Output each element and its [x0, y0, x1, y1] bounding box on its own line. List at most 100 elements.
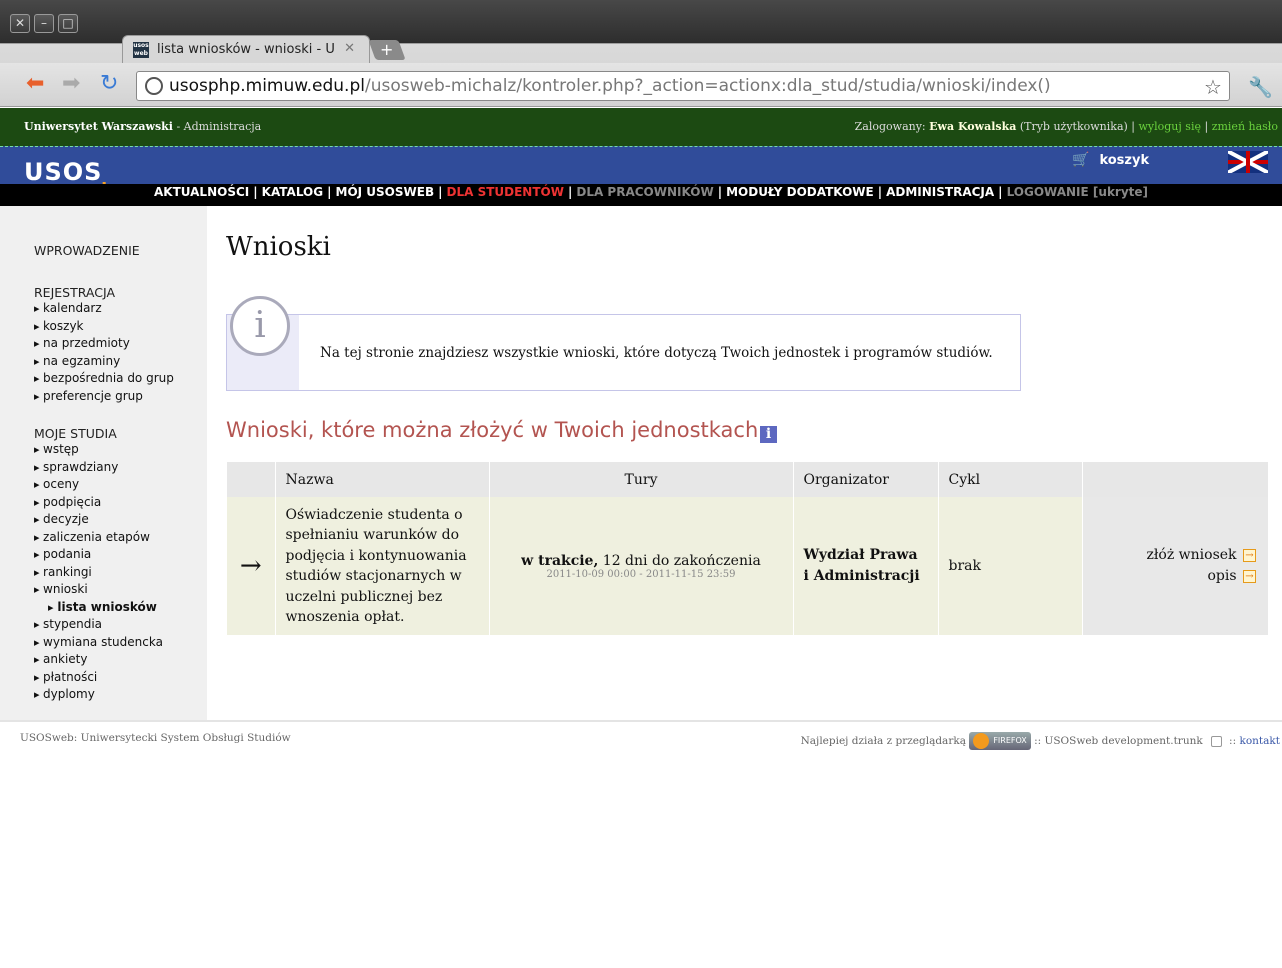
footer: USOSweb: Uniwersytecki System Obsługi St…	[0, 720, 1282, 750]
external-arrow-icon[interactable]: →	[1243, 569, 1256, 583]
user-mode: (Tryb użytkownika) |	[1016, 120, 1139, 133]
sidebar-item-na-przedmioty[interactable]: na przedmioty	[34, 335, 174, 353]
topbar-separator: |	[1200, 120, 1212, 133]
reload-icon[interactable]: ↻	[100, 73, 118, 95]
info-text: Na tej stronie znajdziesz wszystkie wnio…	[320, 345, 993, 361]
firefox-label: FIREFOX	[993, 736, 1027, 745]
section-title: Wnioski, które można złożyć w Twoich jed…	[226, 418, 765, 442]
menu-sep: |	[327, 185, 332, 199]
sidebar-item-wymiana[interactable]: wymiana studencka	[34, 634, 163, 652]
section-name: - Administracja	[172, 120, 262, 133]
sidebar-item-decyzje[interactable]: decyzje	[34, 511, 163, 529]
cart-label: koszyk	[1099, 153, 1150, 168]
debug-checkbox[interactable]	[1210, 735, 1222, 747]
footer-system-name: USOSweb: Uniwersytecki System Obsługi St…	[20, 732, 291, 744]
bookmark-star-icon[interactable]: ☆	[1204, 75, 1222, 99]
sidebar-item-oceny[interactable]: oceny	[34, 476, 163, 494]
footer-best-with: Najlepiej działa z przeglądarką	[800, 735, 966, 747]
menu-moj-usosweb[interactable]: MÓJ USOSWEB	[336, 185, 435, 199]
sidebar-item-zaliczenia[interactable]: zaliczenia etapów	[34, 529, 163, 547]
menu-sep: |	[253, 185, 258, 199]
request-name: Oświadczenie studenta o spełnianiu warun…	[275, 497, 490, 636]
sidebar-item-platnosci[interactable]: płatności	[34, 669, 163, 687]
menu-administracja[interactable]: ADMINISTRACJA	[886, 185, 994, 199]
page-info-icon[interactable]	[145, 77, 163, 95]
sidebar-item-podpiecia[interactable]: podpięcia	[34, 494, 163, 512]
table-row: → Oświadczenie studenta o spełnianiu war…	[227, 497, 1269, 636]
usos-favicon-icon: usos web	[133, 42, 149, 58]
menu-dla-pracownikow[interactable]: DLA PRACOWNIKÓW	[576, 185, 713, 199]
university-name: Uniwersytet Warszawski	[24, 120, 173, 133]
menu-sep: |	[438, 185, 443, 199]
english-flag-icon[interactable]	[1228, 151, 1268, 173]
footer-version: :: USOSweb development.trunk	[1030, 735, 1203, 747]
sidebar-item-wstep[interactable]: wstęp	[34, 441, 163, 459]
description-link[interactable]: opis	[1207, 568, 1236, 584]
sidebar-item-podania[interactable]: podania	[34, 546, 163, 564]
sidebar-item-dyplomy[interactable]: dyplomy	[34, 686, 163, 704]
col-header-arrow	[227, 462, 276, 497]
sidebar-item-stypendia[interactable]: stypendia	[34, 616, 163, 634]
menu-katalog[interactable]: KATALOG	[262, 185, 323, 199]
table-header-row: Nazwa Tury Organizator Cykl	[227, 462, 1269, 497]
footer-separator: ::	[1225, 735, 1240, 747]
sidebar: WPROWADZENIE REJESTRACJA kalendarz koszy…	[0, 206, 207, 720]
request-organizer[interactable]: Wydział Prawa i Administracji	[793, 497, 939, 636]
submit-request-link[interactable]: złóż wniosek	[1147, 547, 1237, 563]
sidebar-item-wnioski[interactable]: wnioski	[34, 581, 163, 599]
logout-link[interactable]: wyloguj się	[1139, 120, 1201, 133]
round-remaining: 12 dni do zakończenia	[598, 552, 761, 569]
cart-link[interactable]: 🛒 koszyk	[1072, 152, 1149, 168]
sidebar-item-koszyk[interactable]: koszyk	[34, 318, 174, 336]
sidebar-registration[interactable]: REJESTRACJA	[34, 285, 115, 300]
user-name: Ewa Kowalska	[929, 120, 1017, 133]
url-host: usosphp.mimuw.edu.pl	[169, 76, 365, 96]
change-password-link[interactable]: zmień hasło	[1212, 120, 1278, 133]
sidebar-item-rankingi[interactable]: rankingi	[34, 564, 163, 582]
section-info-icon[interactable]: i	[760, 426, 777, 443]
info-icon: i	[230, 296, 290, 356]
menu-logowanie[interactable]: LOGOWANIE	[1007, 185, 1089, 199]
sidebar-item-preferencje[interactable]: preferencje grup	[34, 388, 174, 406]
firefox-badge[interactable]: FIREFOX	[969, 732, 1031, 750]
main-menu: AKTUALNOŚCI | KATALOG | MÓJ USOSWEB | DLA STUD…	[0, 184, 1282, 206]
sidebar-item-kalendarz[interactable]: kalendarz	[34, 300, 174, 318]
sidebar-item-sprawdziany[interactable]: sprawdziany	[34, 459, 163, 477]
sidebar-item-lista-wnioskow[interactable]: lista wniosków	[34, 599, 163, 617]
address-bar[interactable]: usosphp.mimuw.edu.pl/usosweb-michalz/kon…	[136, 71, 1230, 101]
close-window-icon[interactable]: ✕	[10, 14, 30, 33]
menu-dla-studentow[interactable]: DLA STUDENTÓW	[447, 185, 564, 199]
cart-icon: 🛒	[1072, 152, 1090, 168]
minimize-window-icon[interactable]: –	[34, 14, 54, 33]
browser-toolbar: ⬅ ➡ ↻ usosphp.mimuw.edu.pl/usosweb-micha…	[0, 63, 1282, 107]
browser-tab[interactable]: usos web lista wniosków - wnioski - U ✕	[122, 35, 370, 63]
sidebar-studies[interactable]: MOJE STUDIA	[34, 426, 117, 441]
request-actions: złóż wniosek → opis →	[1082, 497, 1269, 636]
request-rounds: w trakcie, 12 dni do zakończenia 2011-10…	[489, 497, 794, 636]
round-status: w trakcie,	[521, 552, 599, 569]
sidebar-item-bezposrednia[interactable]: bezpośrednia do grup	[34, 370, 174, 388]
menu-aktualnosci[interactable]: AKTUALNOŚCI	[154, 185, 249, 199]
sidebar-intro[interactable]: WPROWADZENIE	[34, 243, 140, 258]
menu-moduly-dodatkowe[interactable]: MODUŁY DODATKOWE	[726, 185, 874, 199]
sidebar-item-na-egzaminy[interactable]: na egzaminy	[34, 353, 174, 371]
registration-list: kalendarz koszyk na przedmioty na egzami…	[34, 300, 174, 405]
address-text: usosphp.mimuw.edu.pl/usosweb-michalz/kon…	[169, 76, 1051, 96]
row-arrow-icon: →	[227, 497, 276, 636]
forward-icon[interactable]: ➡	[62, 73, 80, 95]
external-arrow-icon[interactable]: →	[1243, 548, 1256, 562]
col-header-tury: Tury	[489, 462, 794, 497]
wrench-menu-icon[interactable]: 🔧	[1248, 75, 1273, 99]
page-title: Wnioski	[226, 232, 331, 262]
maximize-window-icon[interactable]: □	[58, 14, 78, 33]
contact-link[interactable]: kontakt	[1239, 735, 1280, 747]
menu-sep: |	[567, 185, 573, 199]
tab-close-icon[interactable]: ✕	[344, 41, 355, 56]
request-cycle: brak	[938, 497, 1083, 636]
col-header-actions	[1082, 462, 1269, 497]
sidebar-item-ankiety[interactable]: ankiety	[34, 651, 163, 669]
tab-title: lista wniosków - wnioski - U	[157, 42, 335, 57]
round-dates: 2011-10-09 00:00 - 2011-11-15 23:59	[546, 568, 736, 580]
logged-label: Zalogowany:	[854, 120, 930, 133]
back-icon[interactable]: ⬅	[26, 73, 44, 95]
